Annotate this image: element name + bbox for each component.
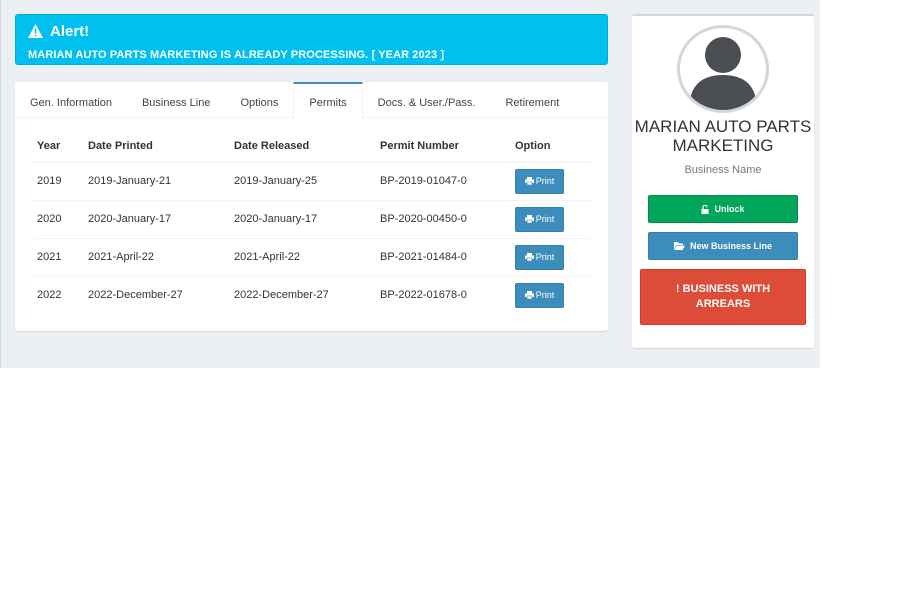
cell-date-printed: 2020-January-17 bbox=[84, 199, 230, 238]
print-button-label: Print bbox=[535, 252, 555, 262]
exclamation-icon: ! bbox=[675, 283, 683, 295]
printer-icon bbox=[524, 215, 534, 223]
cell-option: Print bbox=[511, 275, 591, 314]
print-button[interactable]: Print bbox=[515, 206, 564, 232]
printer-icon bbox=[524, 253, 534, 261]
column-header-date-released: Date Released bbox=[230, 130, 376, 163]
business-with-arrears-button[interactable]: ! BUSINESS WITH ARREARS bbox=[640, 269, 806, 325]
table-row: 2021 2021-April-22 2021-April-22 BP-2021… bbox=[33, 237, 591, 276]
cell-option: Print bbox=[511, 237, 591, 276]
arrears-text: BUSINESS WITH ARREARS bbox=[682, 283, 771, 310]
table-header-row: Year Date Printed Date Released Permit N… bbox=[33, 130, 591, 163]
new-business-line-button[interactable]: New Business Line bbox=[648, 232, 798, 260]
cell-date-printed: 2021-April-22 bbox=[84, 237, 230, 276]
print-button[interactable]: Print bbox=[515, 282, 564, 308]
cell-date-released: 2019-January-25 bbox=[230, 161, 376, 200]
printer-icon bbox=[524, 291, 534, 300]
column-header-year: Year bbox=[33, 130, 84, 163]
cell-option: Print bbox=[511, 161, 591, 200]
column-header-date-printed: Date Printed bbox=[84, 130, 230, 163]
cell-date-released: 2022-December-27 bbox=[230, 275, 376, 314]
unlock-button-label: Unlock bbox=[714, 204, 745, 214]
print-button[interactable]: Print bbox=[515, 244, 564, 270]
alert-message: MARIAN AUTO PARTS MARKETING IS ALREADY P… bbox=[28, 49, 445, 61]
avatar bbox=[677, 25, 769, 113]
warning-icon bbox=[28, 24, 43, 38]
unlock-button[interactable]: Unlock bbox=[648, 195, 798, 223]
table-row: 2019 2019-January-21 2019-January-25 BP-… bbox=[33, 161, 591, 200]
alert-title-row: Alert! bbox=[28, 22, 595, 40]
table-row: 2022 2022-December-27 2022-December-27 B… bbox=[33, 275, 591, 314]
cell-year: 2022 bbox=[33, 275, 84, 314]
tab-bar: Gen. Information Business Line Options P… bbox=[15, 82, 608, 119]
tab-retirement[interactable]: Retirement bbox=[490, 82, 574, 118]
column-header-permit-number: Permit Number bbox=[376, 130, 511, 163]
user-silhouette-icon bbox=[683, 31, 763, 110]
print-button-label: Print bbox=[535, 214, 555, 224]
cell-option: Print bbox=[511, 199, 591, 238]
printer-icon bbox=[524, 177, 534, 186]
cell-permit-number: BP-2022-01678-0 bbox=[376, 275, 511, 314]
business-name: MARIAN AUTO PARTS MARKETING bbox=[634, 117, 812, 155]
cell-date-printed: 2019-January-21 bbox=[84, 161, 230, 200]
column-header-option: Option bbox=[511, 130, 591, 163]
cell-permit-number: BP-2019-01047-0 bbox=[376, 161, 511, 200]
tab-docs-user-pass[interactable]: Docs. & User./Pass. bbox=[363, 82, 491, 118]
cell-year: 2021 bbox=[33, 237, 84, 276]
folder-open-icon bbox=[673, 242, 685, 250]
cell-permit-number: BP-2021-01484-0 bbox=[376, 237, 511, 276]
cell-permit-number: BP-2020-00450-0 bbox=[376, 199, 511, 238]
cell-year: 2020 bbox=[33, 199, 84, 238]
business-name-label: Business Name bbox=[684, 164, 762, 176]
content-wrapper: Alert! MARIAN AUTO PARTS MARKETING IS AL… bbox=[0, 0, 820, 368]
tab-permits[interactable]: Permits bbox=[293, 82, 363, 119]
tab-options[interactable]: Options bbox=[225, 82, 293, 118]
permits-table: Year Date Printed Date Released Permit N… bbox=[33, 130, 591, 314]
tab-business-line[interactable]: Business Line bbox=[127, 82, 226, 118]
cell-year: 2019 bbox=[33, 161, 84, 200]
cell-date-released: 2021-April-22 bbox=[230, 237, 376, 276]
print-button-label: Print bbox=[535, 290, 555, 301]
cell-date-printed: 2022-December-27 bbox=[84, 275, 230, 314]
unlock-icon bbox=[701, 204, 709, 214]
table-row: 2020 2020-January-17 2020-January-17 BP-… bbox=[33, 199, 591, 238]
tab-gen-information[interactable]: Gen. Information bbox=[15, 82, 127, 118]
alert-box: Alert! MARIAN AUTO PARTS MARKETING IS AL… bbox=[15, 14, 608, 65]
permits-panel: Gen. Information Business Line Options P… bbox=[15, 82, 608, 331]
print-button[interactable]: Print bbox=[515, 168, 564, 194]
alert-title: Alert! bbox=[50, 22, 90, 40]
print-button-label: Print bbox=[535, 176, 555, 187]
business-profile-card: MARIAN AUTO PARTS MARKETING Business Nam… bbox=[632, 14, 814, 348]
new-business-line-button-label: New Business Line bbox=[689, 241, 773, 251]
cell-date-released: 2020-January-17 bbox=[230, 199, 376, 238]
business-with-arrears-label: ! BUSINESS WITH ARREARS bbox=[661, 282, 785, 312]
